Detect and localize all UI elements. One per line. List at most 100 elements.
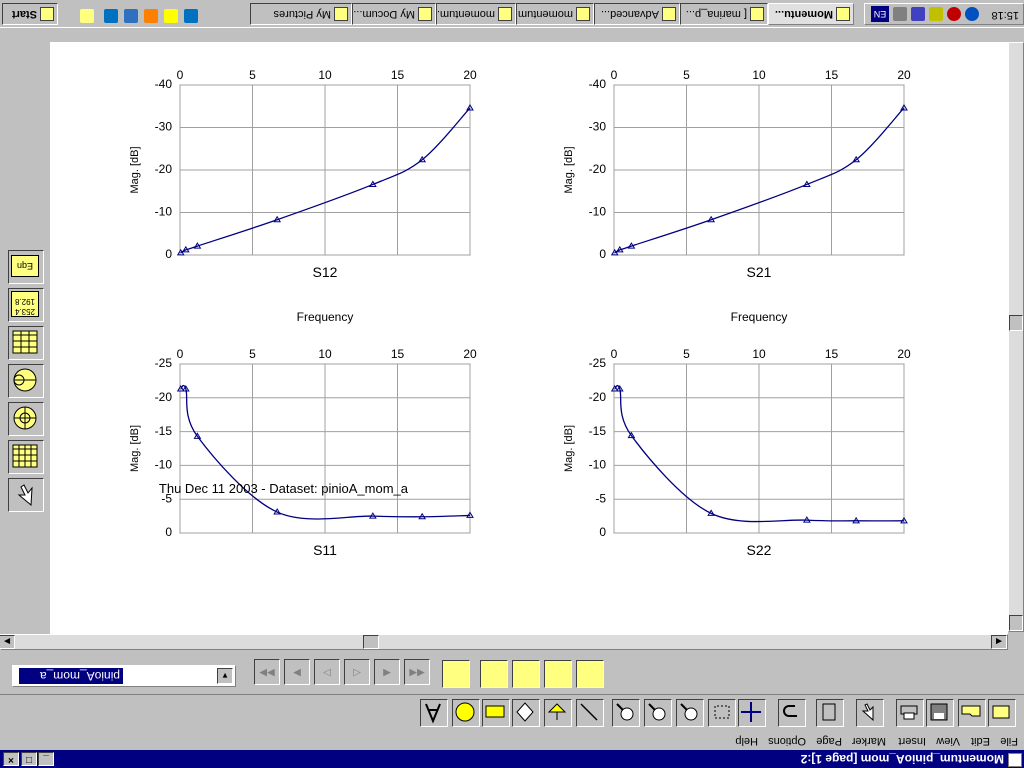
equation-icon[interactable]: Eqn	[8, 250, 44, 284]
dataset-value: pinioA_mom_a	[19, 668, 123, 684]
marker-home-icon[interactable]	[442, 660, 470, 688]
dataset-select[interactable]: ▼ pinioA_mom_a	[12, 665, 236, 687]
text-tool-icon[interactable]	[420, 699, 448, 727]
prev-page-button[interactable]: ◀	[374, 659, 400, 685]
tray-globe-icon[interactable]	[965, 7, 979, 21]
marker-list-icon[interactable]	[576, 660, 604, 688]
menu-options[interactable]: Options	[768, 735, 806, 747]
menu-file[interactable]: File	[1000, 735, 1018, 747]
scroll-right-arrow[interactable]: ▶	[0, 635, 15, 649]
scroll-up-arrow[interactable]	[1009, 615, 1023, 631]
magnifier-plus-icon[interactable]	[676, 699, 704, 727]
maximize-button[interactable]: □	[21, 752, 37, 766]
task-label: momentum...	[436, 8, 495, 20]
y-tick-label: -25	[589, 356, 607, 370]
smith-chart-icon[interactable]	[8, 402, 44, 436]
quicklaunch-desktop-icon[interactable]	[80, 9, 94, 23]
polar-chart-icon[interactable]	[8, 364, 44, 398]
chart-s22: 0 5 10 15 20 0 -5 -10 -15 -20 -25 Mag. [dB] S22	[563, 347, 911, 558]
task-momentum-1[interactable]: momentum...	[436, 3, 516, 25]
table-grid-icon[interactable]	[8, 440, 44, 474]
last-page-button[interactable]: ▶▶	[254, 659, 280, 685]
quicklaunch-outlook-icon[interactable]	[124, 9, 138, 23]
y-axis-label: Mag. [dB]	[129, 425, 141, 472]
open-icon[interactable]	[958, 699, 986, 727]
minimize-button[interactable]: _	[38, 752, 54, 766]
speaker-icon[interactable]	[929, 7, 943, 21]
horizontal-scrollbar[interactable]: ◀ ▶	[0, 634, 1008, 650]
y-tick-label: -10	[155, 458, 173, 472]
trace-label: S11	[313, 542, 337, 558]
close-button[interactable]: ×	[3, 752, 19, 766]
task-momentum-active[interactable]: Momentu...	[768, 3, 854, 25]
task-my-documents[interactable]: My Docum...	[352, 3, 436, 25]
zoom-box-icon[interactable]	[708, 699, 736, 727]
drawing-toolbar	[0, 694, 1024, 730]
x-tick-label: 0	[611, 68, 618, 82]
language-indicator[interactable]: EN	[871, 6, 889, 22]
document-icon	[576, 7, 590, 21]
task-label: [ marina_p...	[685, 8, 747, 20]
marker-add-icon[interactable]	[544, 660, 572, 688]
scroll-thumb[interactable]	[363, 635, 379, 649]
menu-page[interactable]: Page	[816, 735, 842, 747]
menu-insert[interactable]: Insert	[898, 735, 926, 747]
select-arrow-icon[interactable]	[8, 478, 44, 512]
y-tick-label: -20	[155, 390, 173, 404]
app-icon	[1008, 753, 1022, 767]
pan-icon[interactable]	[738, 699, 766, 727]
pointer-icon[interactable]	[856, 699, 884, 727]
folder-icon	[334, 7, 348, 21]
next-page-button[interactable]: ▶	[284, 659, 310, 685]
magnifier-minus-icon[interactable]	[644, 699, 672, 727]
new-page-icon[interactable]	[988, 699, 1016, 727]
list-icon[interactable]	[8, 326, 44, 360]
tray-record-icon[interactable]	[947, 7, 961, 21]
diamond-tool-icon[interactable]	[512, 699, 540, 727]
print-icon[interactable]	[896, 699, 924, 727]
quicklaunch-ie-icon[interactable]	[104, 9, 118, 23]
prev-step-button[interactable]: ◁	[344, 659, 370, 685]
task-advanced[interactable]: Advanced...	[594, 3, 680, 25]
task-my-pictures[interactable]: My Pictures	[250, 3, 352, 25]
x-tick-label: 5	[683, 347, 690, 361]
menu-marker[interactable]: Marker	[852, 735, 886, 747]
task-label: momentum...	[516, 8, 573, 20]
arrow-tool-icon[interactable]	[544, 699, 572, 727]
line-tool-icon[interactable]	[576, 699, 604, 727]
page-footer: Thu Dec 11 2003 - Dataset: pinioA_mom_a	[158, 481, 408, 496]
save-icon[interactable]	[926, 699, 954, 727]
menu-edit[interactable]: Edit	[971, 735, 990, 747]
vscroll-thumb[interactable]	[1009, 315, 1023, 331]
y-tick-label: -10	[589, 205, 607, 219]
vertical-scrollbar[interactable]	[1008, 42, 1024, 632]
y-tick-label: -20	[589, 162, 607, 176]
rectangle-tool-icon[interactable]	[482, 699, 510, 727]
menu-view[interactable]: View	[936, 735, 960, 747]
undo-icon[interactable]	[778, 699, 806, 727]
x-tick-label: 10	[752, 68, 766, 82]
quicklaunch-media-icon[interactable]	[144, 9, 158, 23]
tray-app-icon[interactable]	[911, 7, 925, 21]
chevron-down-icon[interactable]: ▼	[217, 668, 233, 684]
network-icon[interactable]	[893, 7, 907, 21]
marker-delta-icon[interactable]	[512, 660, 540, 688]
x-tick-label: 15	[825, 68, 839, 82]
marker-value-icon[interactable]: 253.4 192.8	[8, 288, 44, 322]
clipboard-icon[interactable]	[816, 699, 844, 727]
y-tick-label: -25	[155, 356, 173, 370]
zoom-1-icon[interactable]	[612, 699, 640, 727]
next-step-button[interactable]: ▷	[314, 659, 340, 685]
ellipse-tool-icon[interactable]	[452, 699, 480, 727]
quicklaunch-browser-icon[interactable]	[184, 9, 198, 23]
marker-move-icon[interactable]	[480, 660, 508, 688]
first-page-button[interactable]: ◀◀	[404, 659, 430, 685]
task-label: Advanced...	[600, 8, 659, 20]
start-button[interactable]: Start	[2, 3, 58, 25]
task-momentum-2[interactable]: momentum...	[516, 3, 594, 25]
upside-down-screen: Momentum_pinioA_mom [page 1]:2 _ □ × Fil…	[0, 0, 1024, 768]
menu-help[interactable]: Help	[735, 735, 758, 747]
scroll-left-arrow[interactable]: ◀	[991, 635, 1007, 649]
task-marina[interactable]: [ marina_p...	[680, 3, 768, 25]
quicklaunch-app-icon[interactable]	[164, 9, 178, 23]
